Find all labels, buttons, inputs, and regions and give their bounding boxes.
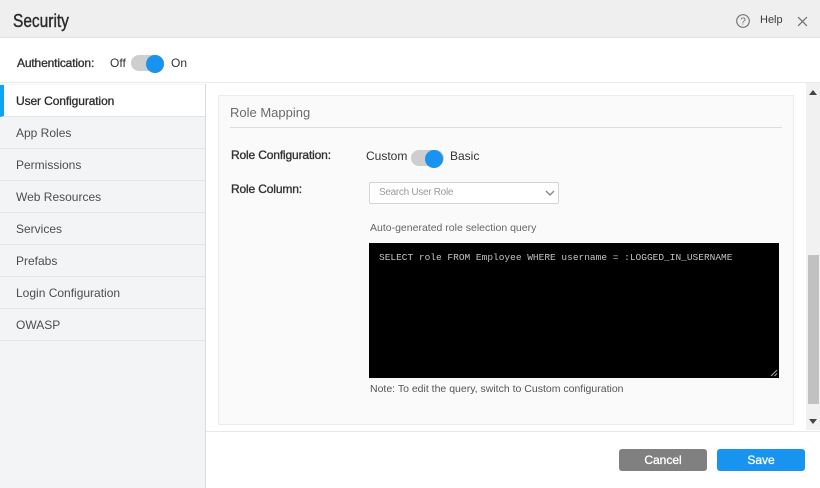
svg-text:?: ? bbox=[740, 17, 746, 28]
